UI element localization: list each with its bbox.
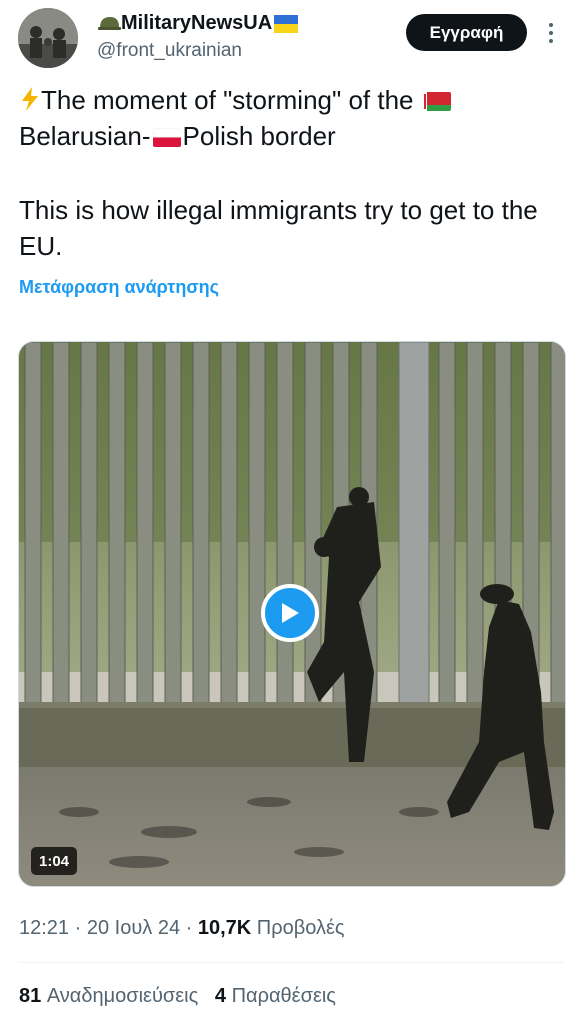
poland-flag-icon — [152, 128, 181, 147]
avatar[interactable] — [18, 8, 78, 68]
tweet-metadata: 12:21 · 20 Ιουλ 24 · 10,7K Προβολές — [19, 917, 345, 939]
views-count: 10,7K — [197, 917, 252, 939]
helmet-icon — [98, 16, 121, 30]
quotes-stat[interactable]: 4 Παραθέσεις — [215, 985, 336, 1007]
lightning-icon — [22, 87, 38, 111]
quotes-count: 4 — [214, 985, 227, 1007]
reposts-label: Αναδημοσιεύσεις — [46, 985, 199, 1007]
post-date[interactable]: 20 Ιουλ 24 — [87, 917, 180, 939]
follow-button[interactable]: Εγγραφή — [406, 14, 527, 51]
divider — [18, 962, 564, 963]
tweet-header: MilitaryNewsUA @front_ukrainian Εγγραφή — [0, 0, 581, 80]
tweet-line1-a: The moment of "storming" of the — [41, 85, 414, 115]
engagement-stats: 81 Αναδημοσιεύσεις 4 Παραθέσεις — [19, 985, 336, 1008]
display-name-row[interactable]: MilitaryNewsUA — [97, 12, 299, 35]
avatar-image — [18, 8, 78, 68]
quotes-label: Παραθέσεις — [231, 985, 336, 1007]
reposts-stat[interactable]: 81 Αναδημοσιεύσεις — [19, 985, 198, 1007]
reposts-count: 81 — [19, 985, 42, 1007]
post-time[interactable]: 12:21 — [19, 917, 69, 939]
translate-post-link[interactable]: Μετάφραση ανάρτησης — [19, 277, 219, 298]
views-label: Προβολές — [256, 917, 345, 939]
ukraine-flag-icon — [274, 14, 299, 33]
tweet-line1-b: Belarusian- — [19, 121, 151, 151]
play-icon — [282, 603, 299, 623]
play-button[interactable] — [261, 584, 319, 642]
display-name: MilitaryNewsUA — [121, 12, 273, 34]
tweet-line1-c: Polish border — [182, 121, 336, 151]
belarus-flag-icon — [422, 92, 451, 111]
video-duration: 1:04 — [31, 847, 78, 875]
tweet-text: The moment of "storming" of the Belarusi… — [19, 82, 564, 264]
user-handle[interactable]: @front_ukrainian — [97, 40, 242, 62]
video-player[interactable]: 1:04 — [18, 341, 566, 887]
more-options-icon[interactable] — [541, 16, 561, 50]
tweet-line2: This is how illegal immigrants try to ge… — [19, 195, 538, 261]
